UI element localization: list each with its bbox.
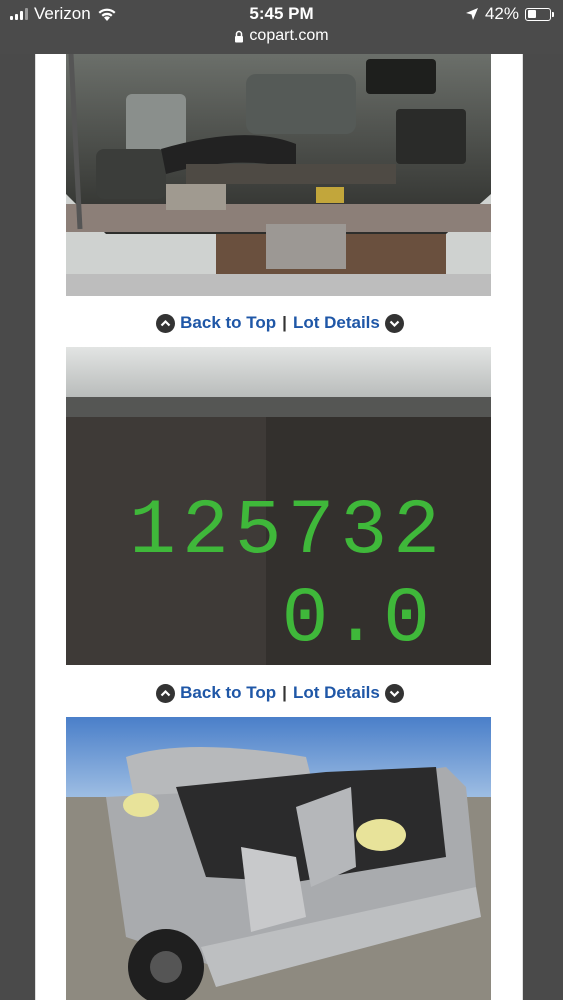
chevron-down-icon bbox=[384, 683, 404, 703]
lot-details-label: Lot Details bbox=[292, 683, 380, 702]
chevron-down-icon bbox=[384, 313, 404, 333]
url-text: copart.com bbox=[249, 27, 329, 44]
back-to-top-label: Back to Top bbox=[180, 683, 277, 702]
odometer-photo[interactable]: 125732 0.0 bbox=[66, 347, 491, 665]
lot-details-link[interactable]: Lot Details bbox=[293, 313, 404, 333]
photo-nav-2: Back to Top | Lot Details bbox=[36, 679, 524, 707]
chevron-up-icon bbox=[156, 683, 176, 703]
nav-separator: | bbox=[282, 683, 287, 702]
battery-group: 42% bbox=[465, 4, 554, 24]
status-bar: Verizon 5:45 PM copart.com 42% bbox=[0, 0, 563, 54]
photo-nav-1: Back to Top | Lot Details bbox=[36, 309, 524, 337]
back-to-top-link[interactable]: Back to Top bbox=[156, 313, 276, 333]
chevron-up-icon bbox=[156, 313, 176, 333]
damaged-truck-photo[interactable] bbox=[66, 717, 491, 1000]
lot-details-link[interactable]: Lot Details bbox=[293, 683, 404, 703]
back-to-top-link[interactable]: Back to Top bbox=[156, 683, 276, 703]
battery-percent: 42% bbox=[484, 4, 519, 23]
odometer-main: 125732 bbox=[129, 488, 446, 576]
odometer-trip: 0.0 bbox=[282, 576, 434, 664]
lock-icon bbox=[235, 30, 244, 42]
address-bar[interactable]: copart.com bbox=[0, 27, 563, 45]
nav-separator: | bbox=[282, 313, 287, 332]
lot-details-label: Lot Details bbox=[292, 313, 380, 332]
battery-icon bbox=[525, 7, 554, 21]
back-to-top-label: Back to Top bbox=[180, 313, 277, 332]
page-content: Back to Top | Lot Details 125732 0.0 Bac… bbox=[35, 54, 523, 1000]
location-arrow-icon bbox=[465, 8, 478, 20]
engine-bay-photo[interactable] bbox=[66, 54, 491, 296]
